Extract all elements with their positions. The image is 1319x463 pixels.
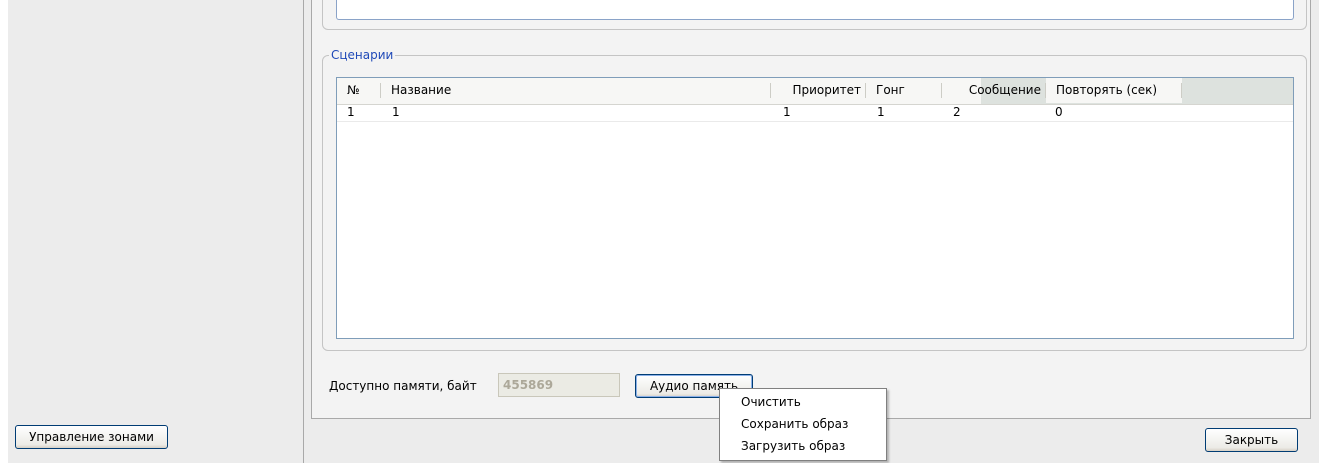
zone-management-button[interactable]: Управление зонами (15, 425, 168, 449)
cell-message: 2 (953, 105, 961, 119)
memory-label: Доступно памяти, байт (329, 379, 477, 393)
cell-number: 1 (347, 105, 355, 119)
column-header-repeat[interactable]: Повторять (сек) (1046, 78, 1182, 103)
cell-priority: 1 (783, 105, 791, 119)
menu-item-save-image[interactable]: Сохранить образ (721, 414, 885, 434)
audio-memory-context-menu: Очистить Сохранить образ Загрузить образ (719, 388, 887, 461)
top-list-box[interactable] (336, 0, 1294, 20)
column-header-name[interactable]: Название (381, 78, 771, 103)
application-window: Сценарии № Название Приоритет Гонг Сообщ… (0, 0, 1319, 463)
menu-item-clear[interactable]: Очистить (721, 392, 885, 412)
close-button[interactable]: Закрыть (1205, 428, 1298, 452)
column-header-message[interactable]: Сообщение (942, 78, 1046, 103)
table-header: № Название Приоритет Гонг Сообщение Повт… (337, 78, 1293, 105)
scenarios-group-title: Сценарии (329, 48, 396, 62)
table-row[interactable]: 1 1 1 1 2 0 (337, 105, 1293, 122)
scenarios-table[interactable]: № Название Приоритет Гонг Сообщение Повт… (336, 77, 1294, 339)
column-header-gong[interactable]: Гонг (866, 78, 942, 103)
column-header-priority[interactable]: Приоритет (771, 78, 866, 103)
menu-item-load-image[interactable]: Загрузить образ (721, 436, 885, 456)
cell-gong: 1 (877, 105, 885, 119)
memory-value-field: 455869 (498, 373, 620, 397)
cell-name: 1 (392, 105, 400, 119)
window-edge (0, 0, 8, 463)
left-panel (8, 0, 304, 463)
cell-repeat: 0 (1055, 105, 1063, 119)
column-header-number[interactable]: № (337, 78, 381, 103)
